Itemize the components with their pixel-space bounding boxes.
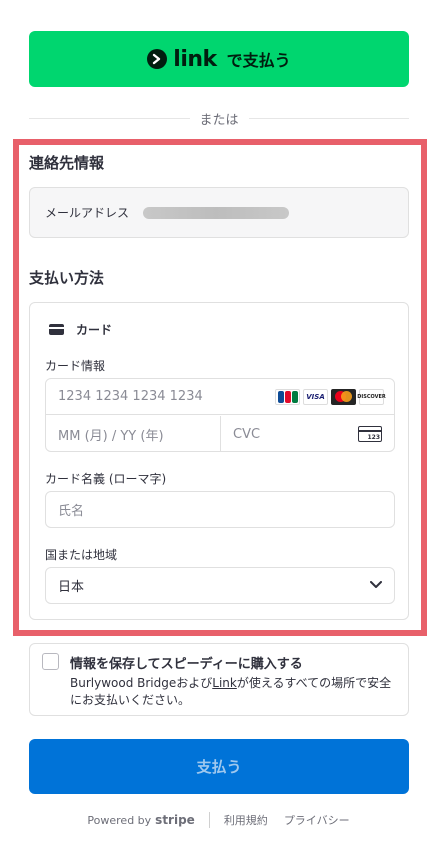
- footer: Powered by stripe 利用規約 プライバシー: [0, 812, 437, 828]
- payment-section-title: 支払い方法: [29, 269, 105, 287]
- cardholder-name-label: カード名義 (ローマ字): [45, 472, 167, 486]
- expiry-input[interactable]: MM (月) / YY (年): [46, 416, 221, 452]
- divider-line-right: [248, 117, 410, 119]
- chevron-down-icon: [370, 581, 382, 588]
- email-value-redacted: [143, 206, 289, 219]
- divider-label: または: [199, 112, 239, 128]
- contact-section-title: 連絡先情報: [29, 154, 105, 172]
- save-info-description: Burlywood BridgeおよびLinkが使えるすべての場所で安全にお支払…: [70, 676, 392, 707]
- powered-by-label: Powered by: [87, 813, 152, 827]
- link-pay-button[interactable]: link で支払う: [29, 31, 409, 87]
- link-arrow-icon: [147, 49, 168, 69]
- link-button-content: link で支払う: [147, 46, 291, 72]
- mastercard-icon: [331, 389, 356, 405]
- link-logo-word: link: [173, 46, 217, 72]
- divider-line-left: [29, 117, 190, 119]
- discover-icon: DISCOVER: [357, 389, 386, 405]
- credit-card-icon: [49, 324, 64, 335]
- pay-button[interactable]: 支払う: [29, 739, 409, 794]
- card-input-group: 1234 1234 1234 1234 VISA DISCOVER MM (月)…: [45, 378, 395, 452]
- email-label: メールアドレス: [45, 206, 130, 220]
- privacy-link[interactable]: プライバシー: [284, 812, 350, 828]
- or-divider: または: [29, 108, 410, 128]
- stripe-logo[interactable]: stripe: [155, 813, 195, 827]
- card-number-input[interactable]: 1234 1234 1234 1234 VISA DISCOVER: [46, 379, 394, 415]
- visa-icon: VISA: [303, 389, 328, 405]
- save-info-box: 情報を保存してスピーディーに購入する Burlywood BridgeおよびLi…: [29, 643, 409, 716]
- country-select[interactable]: 日本: [45, 567, 395, 604]
- cardholder-name-input[interactable]: 氏名: [45, 491, 395, 528]
- link-button-label: で支払う: [226, 51, 291, 70]
- payment-method-box: カード カード情報 1234 1234 1234 1234 VISA DISCO…: [29, 302, 409, 620]
- email-field[interactable]: メールアドレス: [29, 187, 409, 238]
- cvc-input[interactable]: CVC 123: [221, 416, 394, 452]
- save-info-checkbox[interactable]: [42, 653, 59, 670]
- card-info-label: カード情報: [45, 359, 106, 373]
- card-brands: VISA DISCOVER: [275, 389, 386, 405]
- card-tab[interactable]: カード: [49, 321, 112, 338]
- card-tab-label: カード: [76, 323, 113, 337]
- cvc-card-icon: 123: [358, 426, 382, 442]
- expiry-placeholder: MM (月) / YY (年): [58, 428, 164, 444]
- country-value: 日本: [58, 580, 85, 595]
- cardholder-name-placeholder: 氏名: [58, 504, 85, 519]
- jcb-icon: [275, 389, 300, 405]
- country-label: 国または地域: [45, 548, 118, 562]
- card-number-placeholder: 1234 1234 1234 1234: [58, 389, 203, 404]
- link-text-link[interactable]: Link: [212, 676, 237, 690]
- cvc-placeholder: CVC: [233, 426, 261, 442]
- footer-separator: [208, 812, 210, 828]
- save-info-title: 情報を保存してスピーディーに購入する: [70, 657, 303, 672]
- terms-link[interactable]: 利用規約: [224, 812, 268, 828]
